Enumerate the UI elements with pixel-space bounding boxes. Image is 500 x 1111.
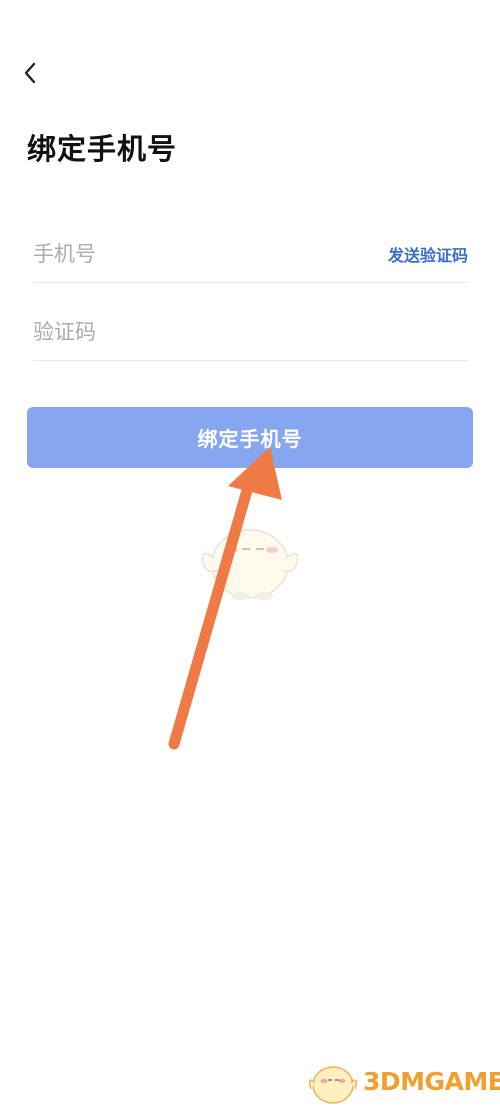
chevron-left-icon: [24, 62, 36, 84]
watermark-text: 3DMGAME: [363, 1067, 500, 1096]
watermark-mascot-icon: [308, 1066, 358, 1104]
page-title: 绑定手机号: [27, 132, 178, 166]
watermark-logo: 3DMGAME: [305, 1055, 500, 1111]
phone-input[interactable]: [33, 234, 333, 274]
send-code-button[interactable]: 发送验证码: [388, 242, 468, 266]
phone-field-row: 发送验证码: [33, 226, 468, 283]
code-field-row: [33, 304, 468, 361]
mascot-illustration: [201, 529, 299, 600]
back-button[interactable]: [14, 56, 48, 90]
verification-code-input[interactable]: [33, 312, 333, 352]
bind-phone-button[interactable]: 绑定手机号: [27, 407, 473, 468]
